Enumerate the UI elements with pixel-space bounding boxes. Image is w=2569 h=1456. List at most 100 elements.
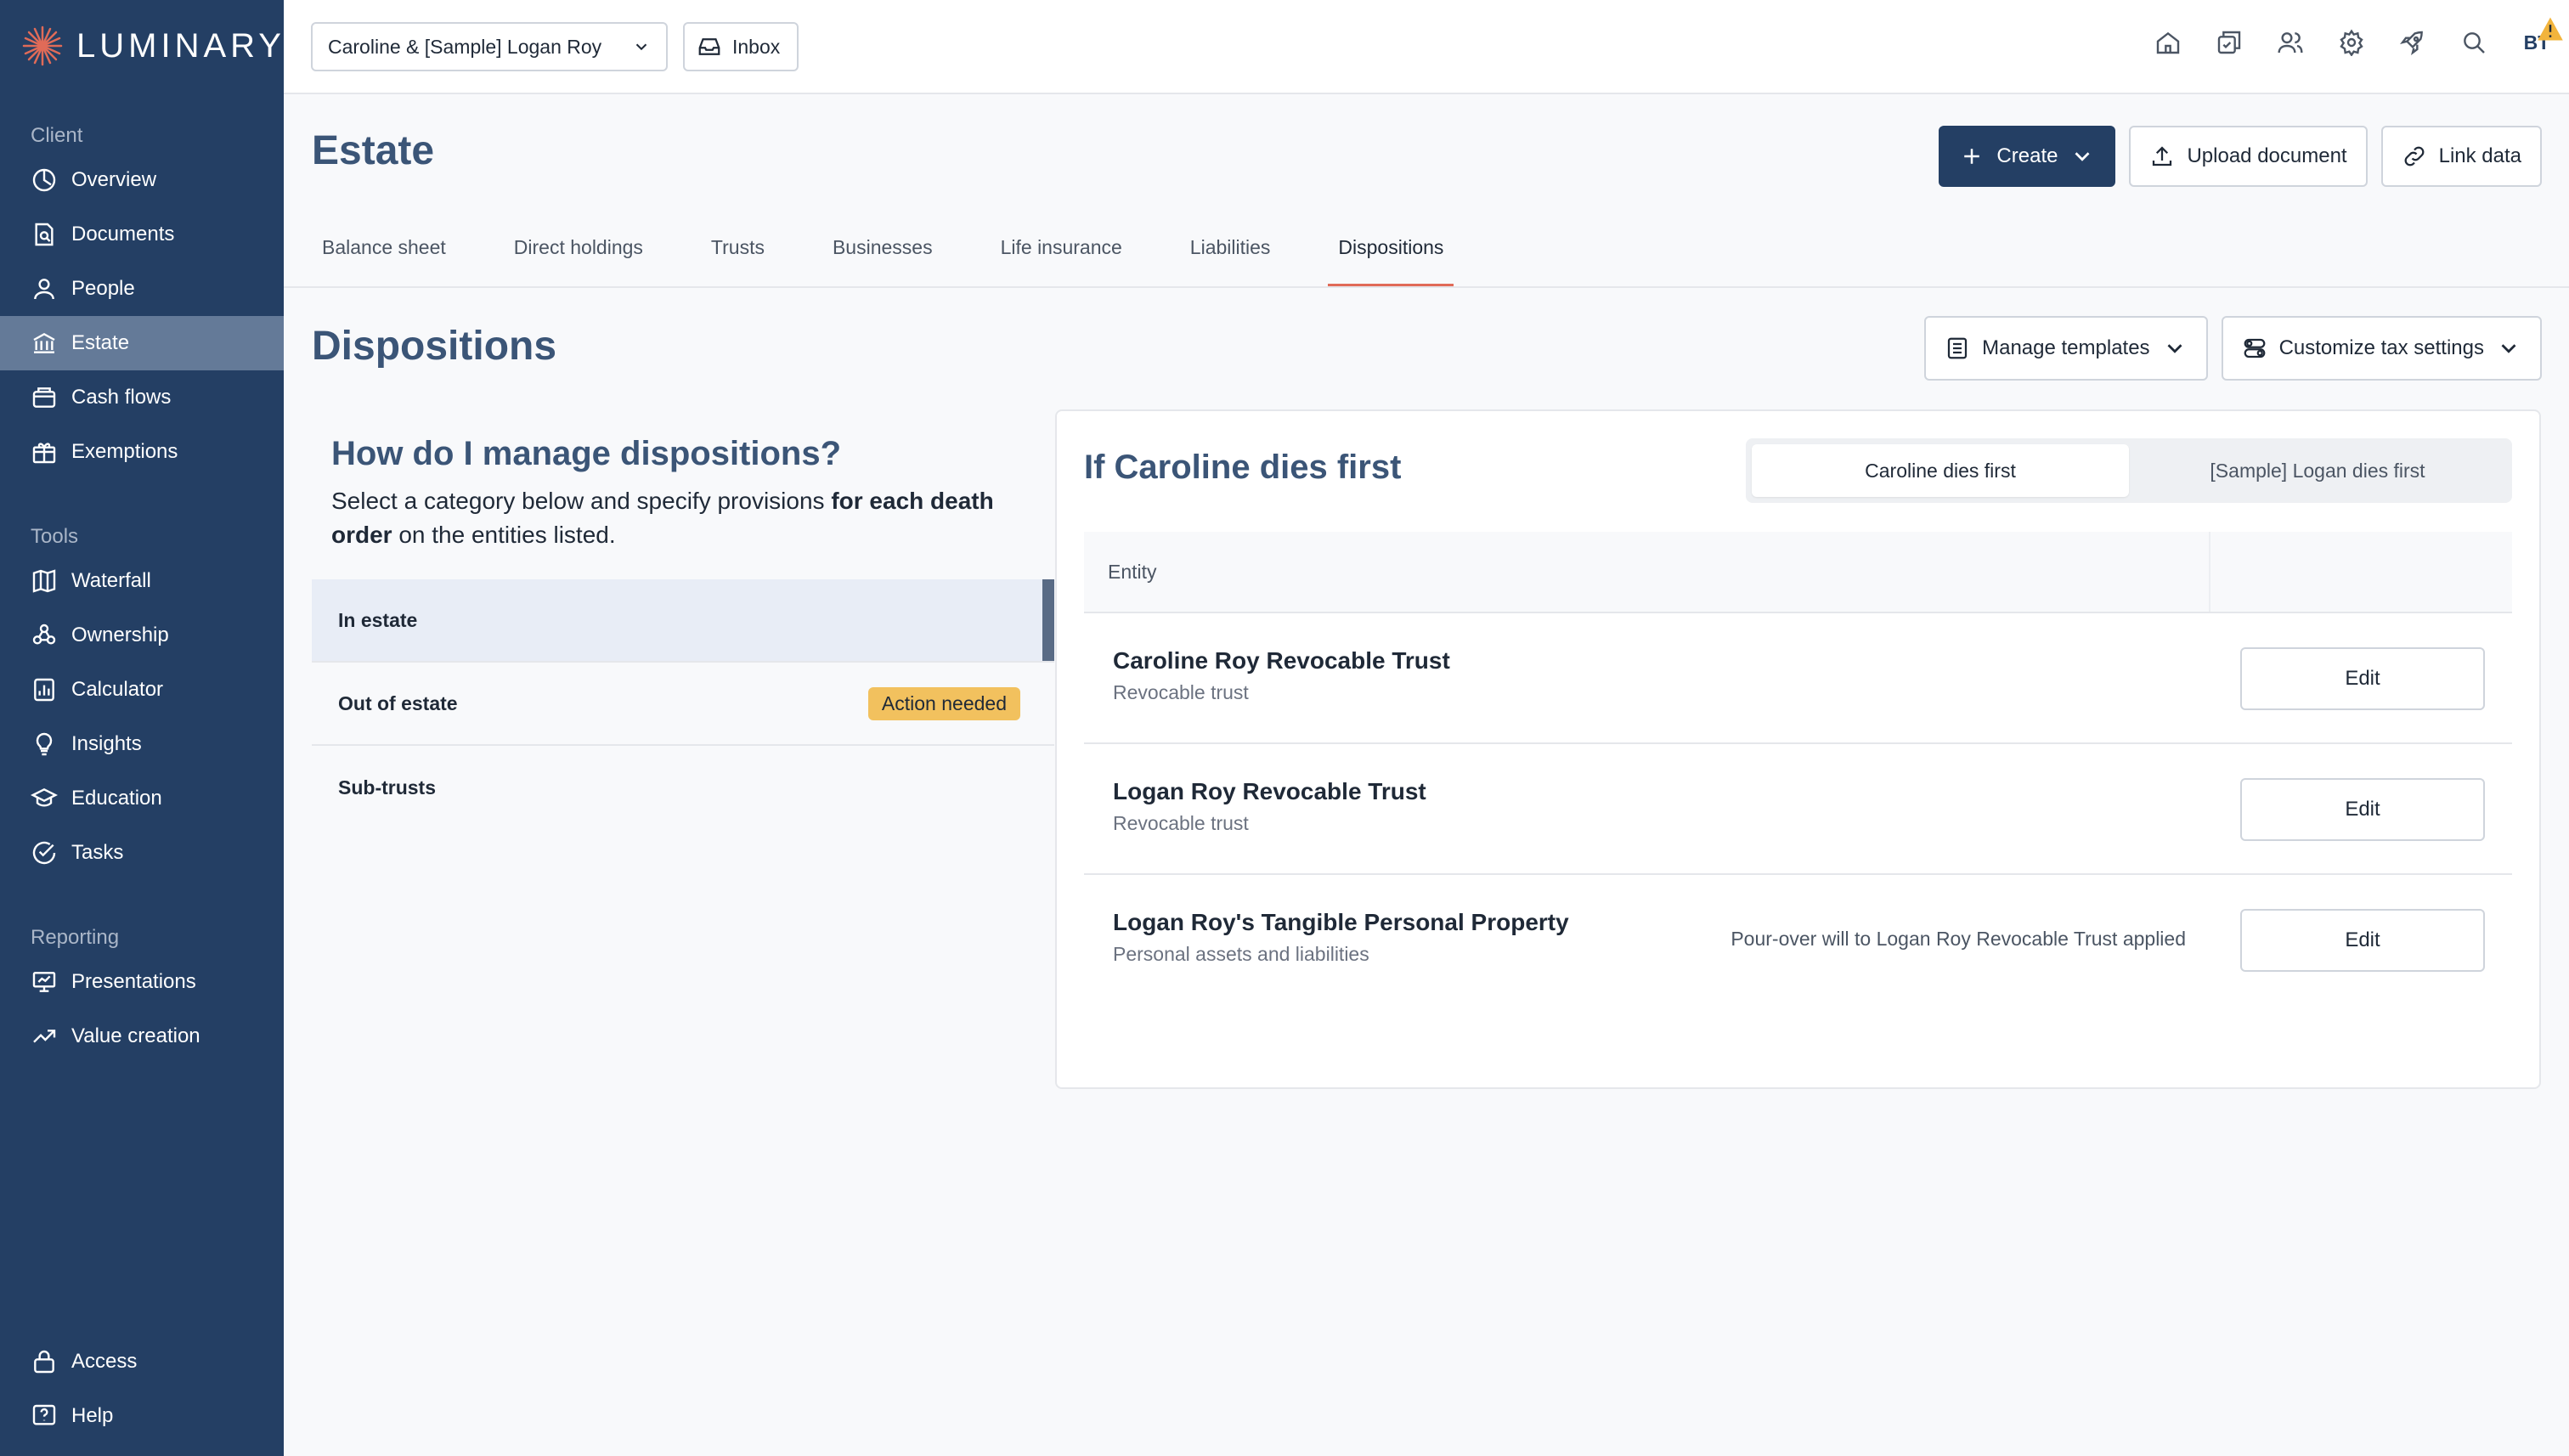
people-icon <box>34 279 54 300</box>
plus-icon <box>1964 149 1980 164</box>
estate-tabs: Balance sheet Direct holdings Trusts Bus… <box>312 219 1454 287</box>
sidebar-item-calculator[interactable]: Calculator <box>0 663 284 717</box>
upload-document-button[interactable]: Upload document <box>2129 126 2368 187</box>
estate-icon <box>33 332 55 353</box>
sidebar-item-label: Education <box>71 787 162 810</box>
tab-balance-sheet[interactable]: Balance sheet <box>312 219 456 287</box>
sidebar-item-help[interactable]: Help <box>0 1389 284 1443</box>
chevron-down-icon <box>2501 344 2516 353</box>
toggle-caroline-dies-first[interactable]: Caroline dies first <box>1752 444 2129 497</box>
nav-header-client: Client <box>31 124 83 147</box>
tab-businesses[interactable]: Businesses <box>822 219 943 287</box>
tab-dispositions[interactable]: Dispositions <box>1328 219 1454 287</box>
client-select-value: Caroline & [Sample] Logan Roy <box>328 35 602 58</box>
sidebar-item-label: Ownership <box>71 624 169 646</box>
help-icon <box>32 1404 56 1425</box>
entity-cell: Logan Roy's Tangible Personal Property P… <box>1113 909 1569 966</box>
death-order-toggle: Caroline dies first [Sample] Logan dies … <box>1746 438 2512 503</box>
sidebar-item-documents[interactable]: Documents <box>0 207 284 262</box>
disposition-note: Pour-over will to Logan Roy Revocable Tr… <box>1731 928 2186 950</box>
logo-text: LUMINARY <box>76 26 285 65</box>
sidebar-item-exemptions[interactable]: Exemptions <box>0 425 284 479</box>
sidebar-item-label: Presentations <box>71 970 196 993</box>
entity-name: Logan Roy Revocable Trust <box>1113 778 1426 804</box>
create-button[interactable]: Create <box>1939 126 2116 187</box>
category-out-of-estate[interactable]: Out of estate Action needed <box>312 663 1054 746</box>
sidebar-item-label: Value creation <box>71 1024 200 1047</box>
warning-icon <box>2538 17 2563 41</box>
home-icon[interactable] <box>2154 29 2182 56</box>
nav-section-tools: Tools Waterfall Ownership Calculator Ins… <box>0 520 284 880</box>
rocket-icon[interactable] <box>2399 29 2426 56</box>
users-icon[interactable] <box>2277 29 2304 56</box>
nav-header-tools: Tools <box>31 525 79 548</box>
link-icon <box>2404 146 2424 166</box>
customize-tax-settings-button[interactable]: Customize tax settings <box>2221 316 2542 381</box>
tab-liabilities[interactable]: Liabilities <box>1180 219 1281 287</box>
tab-trusts[interactable]: Trusts <box>701 219 775 287</box>
avatar[interactable]: BT <box>2521 17 2563 58</box>
toggle-logan-dies-first[interactable]: [Sample] Logan dies first <box>2129 444 2506 497</box>
sidebar-item-insights[interactable]: Insights <box>0 717 284 771</box>
category-in-estate[interactable]: In estate <box>312 579 1054 663</box>
sidebar-item-tasks[interactable]: Tasks <box>0 826 284 880</box>
tab-life-insurance[interactable]: Life insurance <box>991 219 1132 287</box>
help-text-after: on the entities listed. <box>392 522 616 548</box>
overview-icon <box>32 168 56 192</box>
edit-button[interactable]: Edit <box>2240 778 2485 841</box>
sidebar-item-label: Tasks <box>71 841 124 864</box>
cash-flows-icon <box>32 387 56 408</box>
search-icon[interactable] <box>2460 29 2487 56</box>
entity-type: Revocable trust <box>1113 812 1249 834</box>
sidebar-item-label: Estate <box>71 331 130 354</box>
sidebar-item-access[interactable]: Access <box>0 1335 284 1389</box>
link-label: Link data <box>2438 144 2521 167</box>
sidebar-item-cash-flows[interactable]: Cash flows <box>0 370 284 425</box>
manage-templates-button[interactable]: Manage templates <box>1924 316 2208 381</box>
sidebar-item-label: Access <box>71 1350 138 1373</box>
tasks-icon <box>32 841 56 865</box>
category-label: Sub-trusts <box>338 776 436 799</box>
sidebar-item-label: Insights <box>71 732 142 755</box>
action-needed-badge: Action needed <box>867 686 1020 720</box>
calculator-icon <box>34 678 54 702</box>
link-data-button[interactable]: Link data <box>2380 126 2542 187</box>
column-header-entity: Entity <box>1108 560 1157 583</box>
category-sub-trusts[interactable]: Sub-trusts <box>312 746 1054 829</box>
nav-section-footer: Access Help <box>0 1335 284 1443</box>
entity-type: Revocable trust <box>1113 681 1249 703</box>
documents-icon <box>35 223 54 246</box>
waterfall-icon <box>32 569 56 593</box>
manage-templates-label: Manage templates <box>1982 336 2150 359</box>
entity-cell: Caroline Roy Revocable Trust Revocable t… <box>1113 647 1450 704</box>
sidebar-item-value-creation[interactable]: Value creation <box>0 1009 284 1064</box>
category-label: In estate <box>338 608 418 631</box>
sidebar-item-label: Exemptions <box>71 440 178 463</box>
sidebar-item-overview[interactable]: Overview <box>0 153 284 207</box>
sidebar-item-ownership[interactable]: Ownership <box>0 608 284 663</box>
inbox-button[interactable]: Inbox <box>683 22 799 71</box>
nav-section-client: Client Overview Documents People Estate … <box>0 119 284 479</box>
customize-tax-label: Customize tax settings <box>2278 336 2484 359</box>
nav-header-reporting: Reporting <box>31 926 120 949</box>
sidebar-item-estate[interactable]: Estate <box>0 316 284 370</box>
table-header: Entity <box>1084 532 2512 613</box>
sidebar-item-education[interactable]: Education <box>0 771 284 826</box>
edit-button[interactable]: Edit <box>2240 647 2485 710</box>
edit-button[interactable]: Edit <box>2240 909 2485 972</box>
sidebar-item-people[interactable]: People <box>0 262 284 316</box>
template-icon <box>1947 337 1968 359</box>
sidebar-item-waterfall[interactable]: Waterfall <box>0 554 284 608</box>
gear-icon[interactable] <box>2338 29 2365 56</box>
messages-icon[interactable] <box>2216 29 2243 56</box>
help-title: How do I manage dispositions? <box>331 435 842 472</box>
inbox-icon <box>698 38 720 55</box>
ownership-icon <box>32 624 56 645</box>
luminary-logo[interactable]: LUMINARY <box>20 24 285 68</box>
tabs-divider <box>284 286 2569 288</box>
upload-label: Upload document <box>2187 144 2347 167</box>
client-select[interactable]: Caroline & [Sample] Logan Roy <box>311 22 668 71</box>
chevron-down-icon <box>2075 152 2090 161</box>
sidebar-item-presentations[interactable]: Presentations <box>0 955 284 1009</box>
tab-direct-holdings[interactable]: Direct holdings <box>504 219 653 287</box>
